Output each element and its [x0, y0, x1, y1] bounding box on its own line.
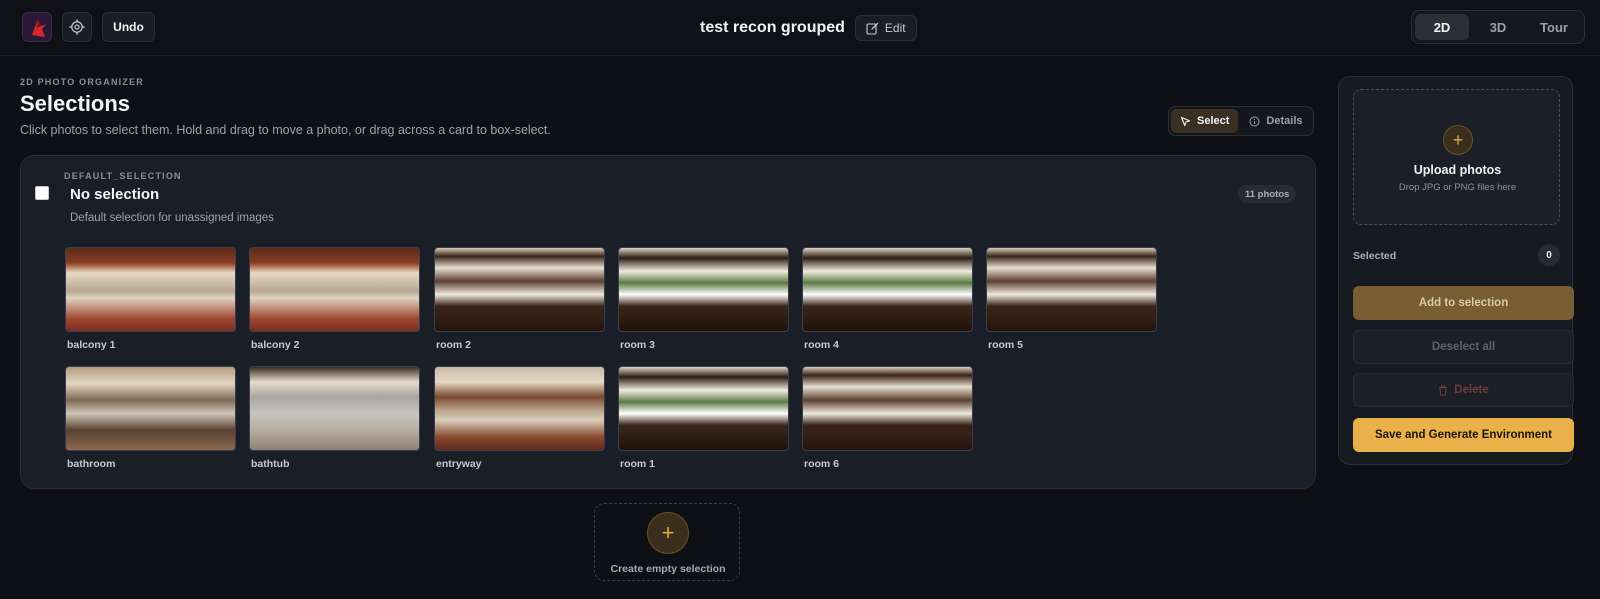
info-icon [1249, 116, 1260, 126]
details-mode-label: Details [1266, 115, 1303, 127]
photo-label: room 3 [620, 339, 656, 351]
selection-title: No selection [70, 186, 160, 203]
photo-card[interactable]: room 4 [802, 247, 973, 351]
page-subtitle: Click photos to select them. Hold and dr… [20, 123, 551, 137]
photo-label: bathroom [67, 458, 116, 470]
photo-thumbnail[interactable] [249, 366, 420, 451]
photo-label: room 6 [804, 458, 840, 470]
photo-label: room 2 [436, 339, 472, 351]
actions-panel: + Upload photos Drop JPG or PNG files he… [1338, 76, 1574, 465]
photo-card[interactable]: room 3 [618, 247, 789, 351]
add-to-selection-label: Add to selection [1418, 297, 1509, 309]
top-bar: Undo test recon grouped Edit 2D 3D Tour [0, 0, 1600, 56]
photo-label: room 5 [988, 339, 1024, 351]
edit-title-button[interactable]: Edit [854, 15, 917, 41]
selection-card[interactable]: DEFAULT_SELECTION No selection Default s… [20, 155, 1316, 489]
photo-thumbnail[interactable] [65, 366, 236, 451]
photo-card[interactable]: balcony 2 [249, 247, 420, 351]
selected-count-badge: 0 [1538, 244, 1560, 266]
project-title: test recon grouped [700, 19, 845, 36]
save-generate-button[interactable]: Save and Generate Environment [1353, 418, 1574, 452]
photo-label: balcony 2 [251, 339, 300, 351]
photo-thumbnail[interactable] [249, 247, 420, 332]
photo-label: bathtub [251, 458, 290, 470]
photo-card[interactable]: room 5 [986, 247, 1157, 351]
interaction-mode-toggle: Select Details [1168, 106, 1314, 136]
photo-card[interactable]: room 1 [618, 366, 789, 470]
gear-icon [69, 19, 85, 35]
photo-count-badge: 11 photos [1238, 185, 1297, 203]
deselect-all-button[interactable]: Deselect all [1353, 330, 1574, 364]
undo-button[interactable]: Undo [102, 12, 155, 42]
upload-dropzone[interactable]: + Upload photos Drop JPG or PNG files he… [1353, 89, 1560, 225]
photo-thumbnail[interactable] [618, 366, 789, 451]
deselect-all-label: Deselect all [1431, 341, 1496, 353]
photo-label: room 4 [804, 339, 840, 351]
settings-button[interactable] [62, 12, 92, 42]
section-eyebrow: 2D PHOTO ORGANIZER [20, 77, 144, 87]
upload-title: Upload photos [1413, 163, 1502, 177]
save-generate-label: Save and Generate Environment [1374, 429, 1553, 441]
photo-label: balcony 1 [67, 339, 116, 351]
photo-card[interactable]: bathtub [249, 366, 420, 470]
select-mode-button[interactable]: Select [1171, 109, 1239, 133]
create-selection-button[interactable]: + Create empty selection [594, 503, 740, 581]
photo-thumbnail[interactable] [434, 366, 605, 451]
edit-icon [866, 22, 879, 35]
select-mode-label: Select [1197, 115, 1230, 127]
delete-button[interactable]: Delete [1353, 373, 1574, 407]
photo-card[interactable]: room 6 [802, 366, 973, 470]
upload-plus-icon: + [1443, 125, 1473, 155]
selection-description: Default selection for unassigned images [70, 212, 274, 224]
photo-thumbnail[interactable] [434, 247, 605, 332]
photo-thumbnail[interactable] [802, 247, 973, 332]
selected-label: Selected [1353, 250, 1397, 262]
create-selection-label: Create empty selection [610, 563, 726, 575]
photo-card[interactable]: entryway [434, 366, 605, 470]
photo-card[interactable]: balcony 1 [65, 247, 236, 351]
page-title: Selections [20, 91, 131, 116]
selection-key: DEFAULT_SELECTION [64, 171, 182, 181]
selection-checkbox[interactable] [35, 186, 49, 200]
view-tour-tab[interactable]: Tour [1527, 14, 1581, 40]
plus-icon: + [647, 512, 689, 554]
view-3d-tab[interactable]: 3D [1471, 14, 1525, 40]
view-2d-tab[interactable]: 2D [1415, 14, 1469, 40]
photo-card[interactable]: bathroom [65, 366, 236, 470]
photo-thumbnail[interactable] [618, 247, 789, 332]
trash-icon [1439, 384, 1448, 396]
view-mode-toggle: 2D 3D Tour [1411, 10, 1585, 44]
photo-thumbnail[interactable] [986, 247, 1157, 332]
photo-card[interactable]: room 2 [434, 247, 605, 351]
cursor-icon [1180, 116, 1191, 126]
photo-thumbnail[interactable] [65, 247, 236, 332]
photo-label: room 1 [620, 458, 656, 470]
photo-label: entryway [436, 458, 482, 470]
upload-hint: Drop JPG or PNG files here [1398, 182, 1517, 193]
details-mode-button[interactable]: Details [1240, 109, 1311, 133]
app-logo[interactable] [22, 12, 52, 42]
edit-label: Edit [884, 21, 906, 35]
add-to-selection-button[interactable]: Add to selection [1353, 286, 1574, 320]
project-header: test recon grouped Edit [700, 14, 917, 42]
photo-thumbnail[interactable] [802, 366, 973, 451]
delete-label: Delete [1454, 384, 1489, 396]
